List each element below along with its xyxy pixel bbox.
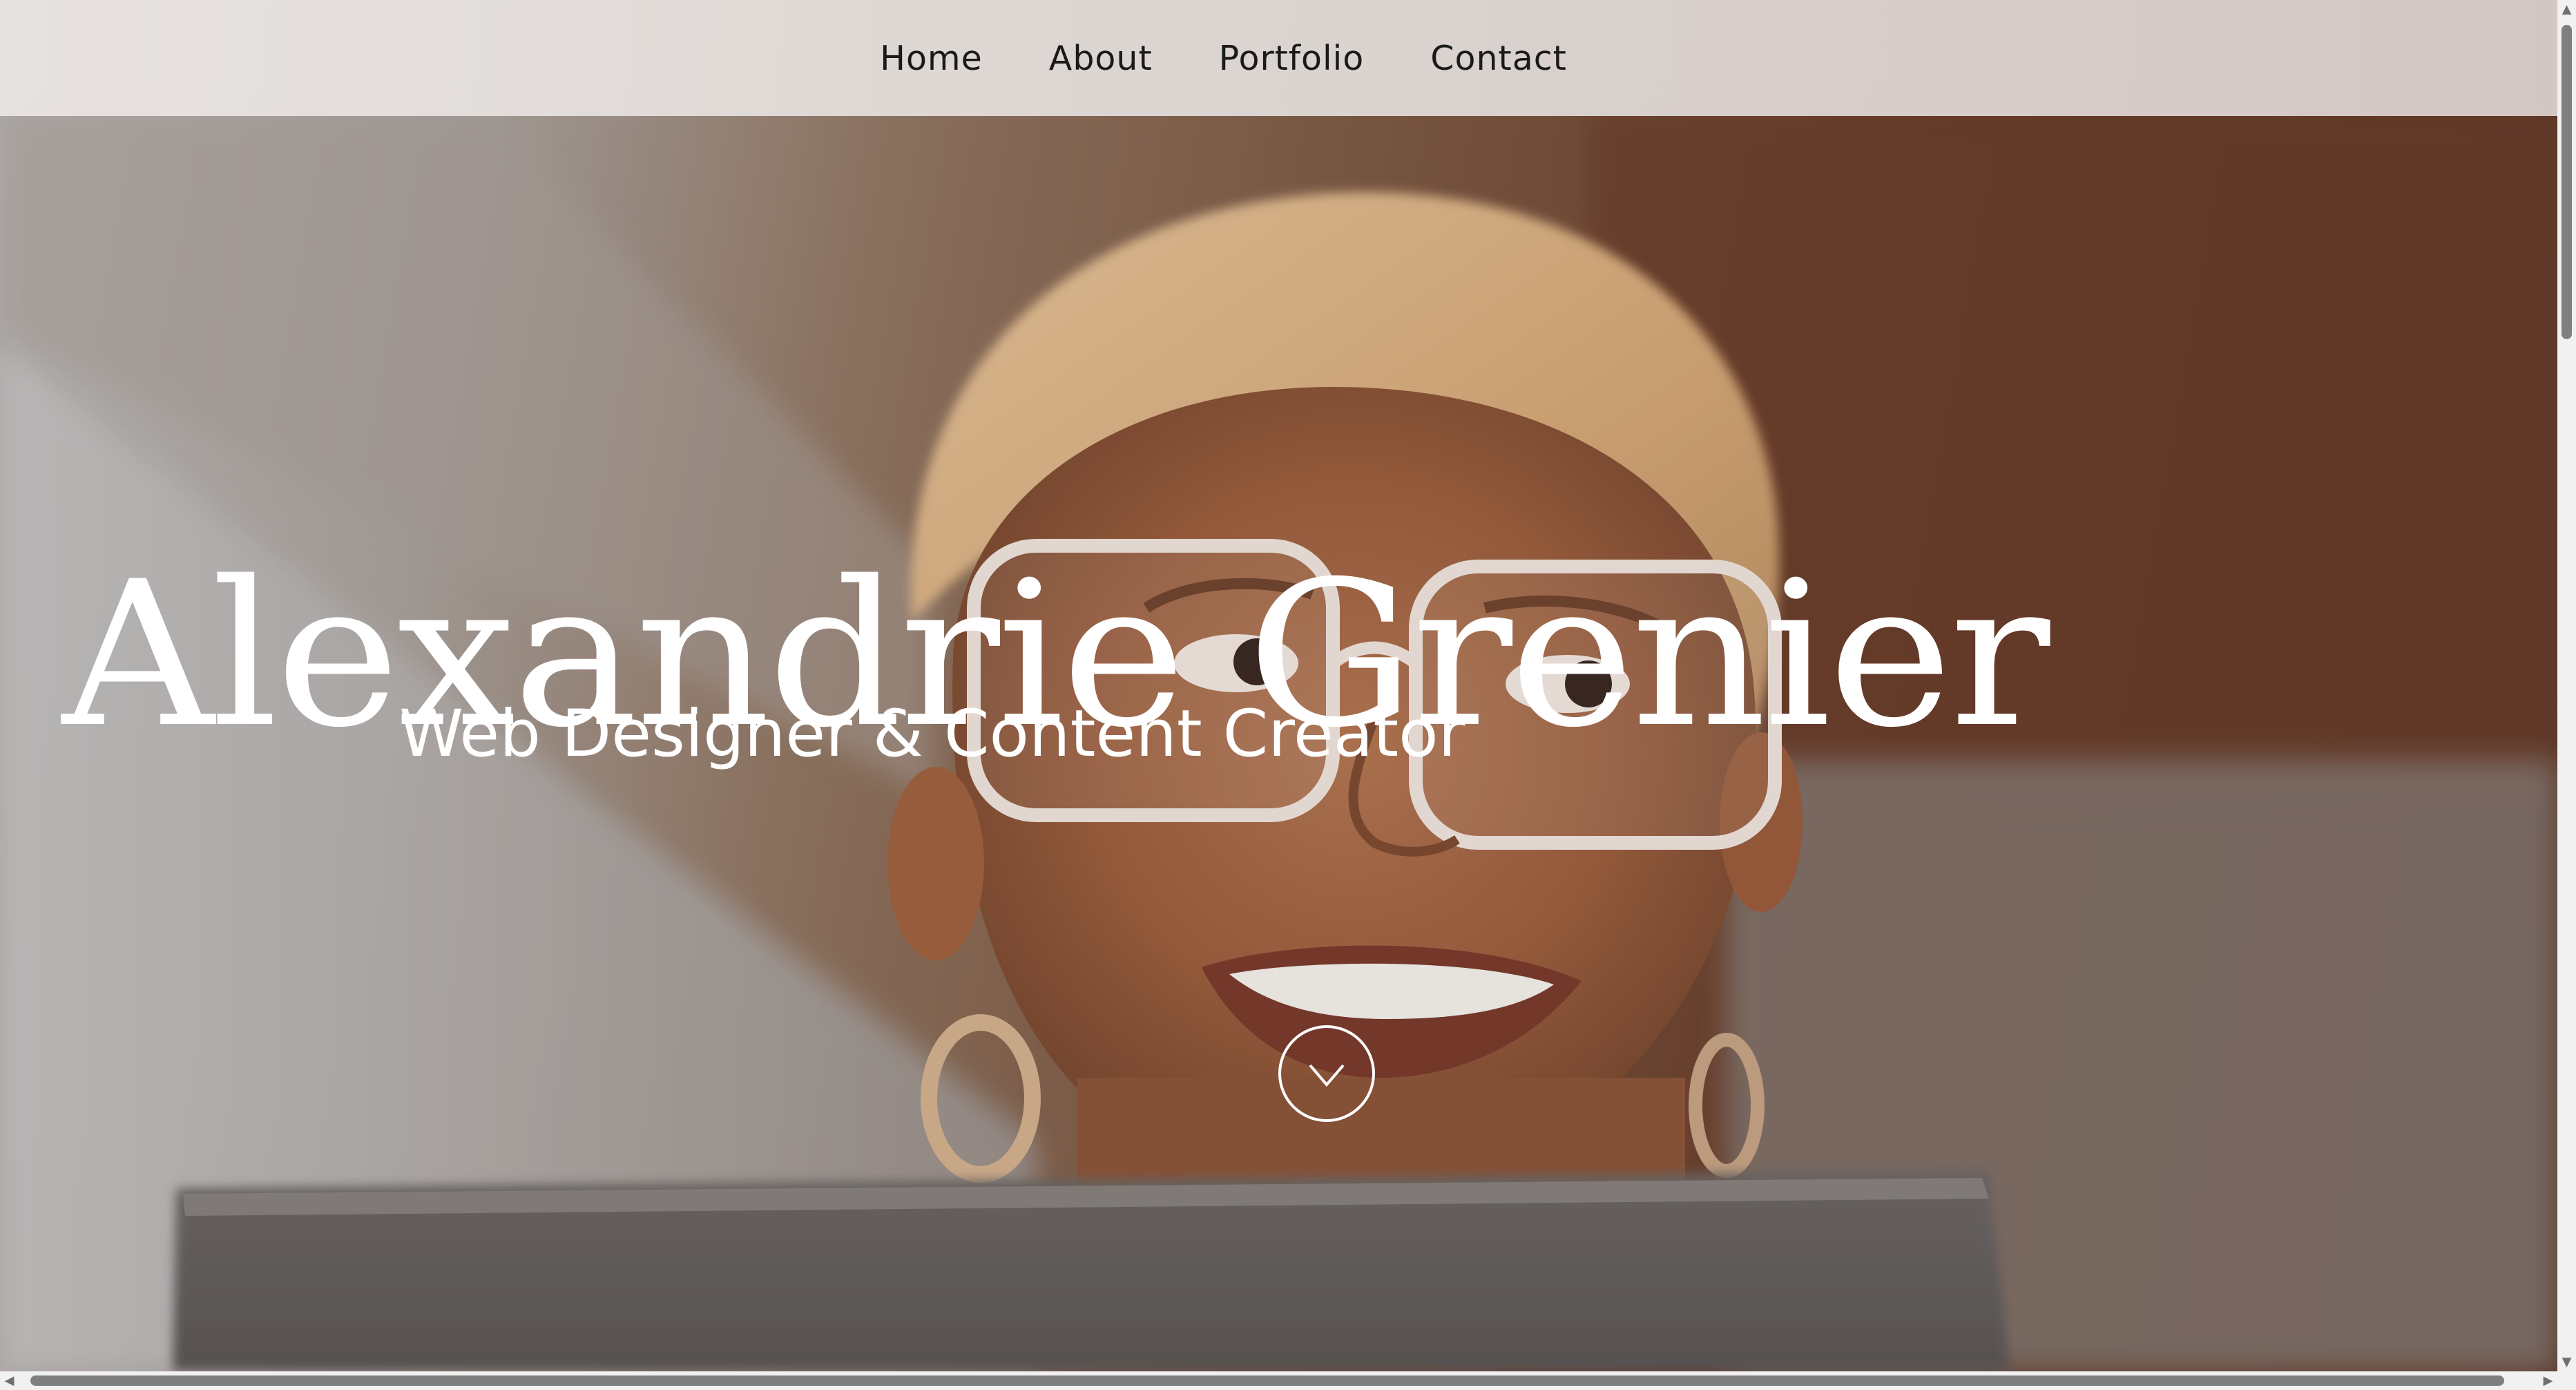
scrollbar-corner [2557, 1371, 2576, 1390]
vertical-scrollbar-thumb[interactable] [2561, 25, 2572, 339]
hero-subtitle: Web Designer & Content Creator [399, 696, 1465, 772]
page: Home About Portfolio Contact Alexandrie … [0, 0, 2576, 1390]
nav-link-about[interactable]: About [1049, 39, 1153, 78]
scroll-right-arrow-icon[interactable]: ▶ [2539, 1371, 2557, 1390]
scroll-up-arrow-icon[interactable]: ▲ [2557, 0, 2576, 19]
nav-link-portfolio[interactable]: Portfolio [1219, 39, 1365, 78]
horizontal-scrollbar-thumb[interactable] [30, 1375, 2504, 1386]
scroll-left-arrow-icon[interactable]: ◀ [0, 1371, 19, 1390]
scroll-down-arrow-icon[interactable]: ▼ [2557, 1353, 2576, 1371]
horizontal-scrollbar[interactable]: ◀ ▶ [0, 1371, 2557, 1390]
vertical-scrollbar[interactable]: ▲ ▼ [2557, 0, 2576, 1371]
nav-link-home[interactable]: Home [880, 39, 983, 78]
scroll-down-button[interactable] [1278, 1025, 1375, 1122]
chevron-down-icon [1309, 1064, 1345, 1087]
nav-link-contact[interactable]: Contact [1430, 39, 1567, 78]
top-nav: Home About Portfolio Contact [0, 0, 2557, 116]
